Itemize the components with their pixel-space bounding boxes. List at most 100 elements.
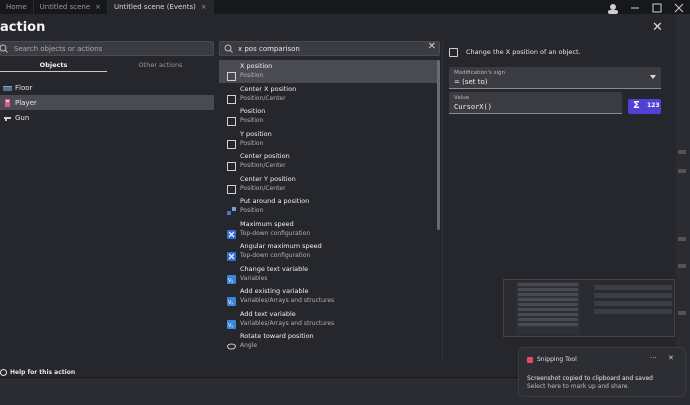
result-title: Center Y position (240, 174, 296, 183)
result-item[interactable]: Center position Position/Center (219, 150, 439, 173)
tab-objects[interactable]: Objects (0, 60, 107, 72)
action-search-field[interactable]: x pos comparison ✕ (219, 41, 440, 56)
clear-icon[interactable]: ✕ (428, 41, 436, 52)
result-subtitle: Variables/Arrays and structures (240, 319, 335, 327)
object-item-gun[interactable]: Gun (0, 110, 214, 125)
sprite-object-icon (3, 98, 12, 107)
result-subtitle: Top-down configuration (240, 229, 311, 237)
expression-editor-button[interactable]: Σ 123 (628, 99, 661, 114)
help-icon (0, 368, 7, 376)
variable-icon: Vᵪ (227, 269, 236, 284)
result-title: Center position (240, 152, 290, 160)
more-icon[interactable]: ··· (650, 354, 657, 362)
screenshot-thumbnail[interactable] (503, 279, 675, 337)
result-title: Y position (240, 129, 272, 138)
tab-untitled-scene-events[interactable]: Untitled scene (Events) × (108, 0, 214, 14)
result-title: Put around a position (240, 197, 310, 205)
search-icon (0, 44, 8, 53)
object-list: Floor Player Gun (0, 80, 214, 125)
svg-text:Vᵪ: Vᵪ (228, 323, 233, 329)
result-item[interactable]: Vᵪ Add existing variable Variables/Arrays … (219, 285, 439, 308)
result-item[interactable]: Vᵪ Change text variable Variables (219, 263, 439, 286)
topdown-icon (227, 246, 236, 261)
result-title: Add existing variable (240, 287, 309, 295)
tab-untitled-scene[interactable]: Untitled scene × (34, 0, 109, 14)
result-title: Angular maximum speed (240, 242, 322, 250)
variable-icon: Vᵪ (227, 314, 236, 329)
help-label: Help for this action (10, 368, 76, 376)
result-item[interactable]: X position Position (219, 60, 439, 83)
result-item[interactable]: Rotate toward position Angle (219, 330, 439, 350)
result-item[interactable]: Put around a position Position (219, 195, 439, 218)
object-label: Floor (15, 83, 33, 92)
tab-other-actions[interactable]: Other actions (107, 60, 214, 72)
tab-close-icon[interactable]: × (201, 3, 207, 11)
dialog-title: action (0, 20, 46, 35)
tab-close-icon[interactable]: × (95, 3, 101, 11)
result-subtitle: Position/Center (240, 162, 286, 169)
action-description: Change the X position of an object. (466, 48, 581, 56)
result-item[interactable]: Center X position Position/Center (219, 83, 439, 106)
result-title: Position (240, 107, 266, 115)
chevron-down-icon (650, 75, 656, 79)
result-item[interactable]: Center Y position Position/Center (219, 173, 439, 196)
expression-input[interactable]: CursorX() (454, 103, 492, 111)
value-expression-field[interactable]: Value CursorX() (449, 92, 622, 114)
close-icon[interactable]: ✕ (652, 21, 663, 34)
action-checkbox[interactable] (449, 48, 458, 57)
tab-label: Untitled scene (39, 3, 91, 11)
close-icon[interactable]: ✕ (668, 354, 674, 362)
result-title: X position (240, 62, 273, 70)
gun-sprite-icon (3, 114, 12, 122)
result-item[interactable]: Maximum speed Top-down configuration (219, 218, 439, 241)
thumbnail-fields (592, 282, 674, 334)
result-title: Maximum speed (240, 219, 294, 228)
result-title: Center X position (240, 84, 297, 93)
search-input[interactable]: Search objects or actions (14, 42, 102, 56)
results-scrollbar[interactable] (437, 60, 440, 230)
variable-icon: Vᵪ (227, 291, 236, 306)
window-close-icon[interactable] (668, 0, 690, 14)
user-icon[interactable] (602, 0, 624, 14)
result-subtitle: Angle (240, 342, 258, 349)
result-subtitle: Position/Center (240, 184, 286, 192)
result-title: Change text variable (240, 264, 309, 273)
result-subtitle: Variables (240, 274, 268, 282)
svg-text:Vᵪ: Vᵪ (228, 300, 233, 306)
result-item[interactable]: Vᵪ Add text variable Variables/Arrays and … (219, 308, 439, 331)
window-controls (602, 0, 690, 14)
object-item-floor[interactable]: Floor (0, 80, 214, 95)
notification-submessage: Select here to mark up and share. (527, 383, 630, 390)
maximize-icon[interactable] (646, 0, 668, 14)
result-item[interactable]: Position Position (219, 105, 439, 128)
help-link[interactable]: Help for this action (0, 367, 75, 377)
rotate-icon (227, 336, 236, 350)
checkbox-icon (227, 66, 236, 81)
result-item[interactable]: Angular maximum speed Top-down configurat… (219, 240, 439, 263)
minimize-icon[interactable] (624, 0, 646, 14)
field-label: Modification's sign (454, 70, 506, 76)
notification-app-name: Snipping Tool (537, 356, 577, 363)
tiled-sprite-icon (3, 84, 12, 92)
snipping-tool-notification[interactable]: Snipping Tool ··· ✕ Screenshot copied to… (518, 347, 686, 397)
search-input[interactable]: x pos comparison (238, 42, 300, 56)
put-around-icon (227, 201, 236, 215)
snipping-tool-icon (527, 357, 533, 363)
notification-message: Screenshot copied to clipboard and saved (527, 375, 653, 382)
result-item[interactable]: Y position Position (219, 128, 439, 151)
tab-home[interactable]: Home (0, 0, 34, 14)
modification-sign-select[interactable]: Modification's sign = (set to) (449, 67, 661, 89)
result-subtitle: Position/Center (240, 94, 286, 102)
tab-label: Untitled scene (Events) (114, 3, 196, 11)
number-label: 123 (647, 102, 660, 109)
sigma-icon: Σ (633, 100, 640, 111)
checkbox-icon (227, 89, 236, 104)
result-subtitle: Position (240, 72, 264, 79)
object-item-player[interactable]: Player (0, 95, 214, 110)
object-search-field[interactable]: Search objects or actions (0, 41, 214, 56)
svg-text:Vᵪ: Vᵪ (228, 278, 233, 284)
topdown-icon (227, 224, 236, 239)
search-icon (224, 44, 233, 53)
object-label: Player (15, 98, 37, 107)
object-label: Gun (15, 113, 30, 122)
